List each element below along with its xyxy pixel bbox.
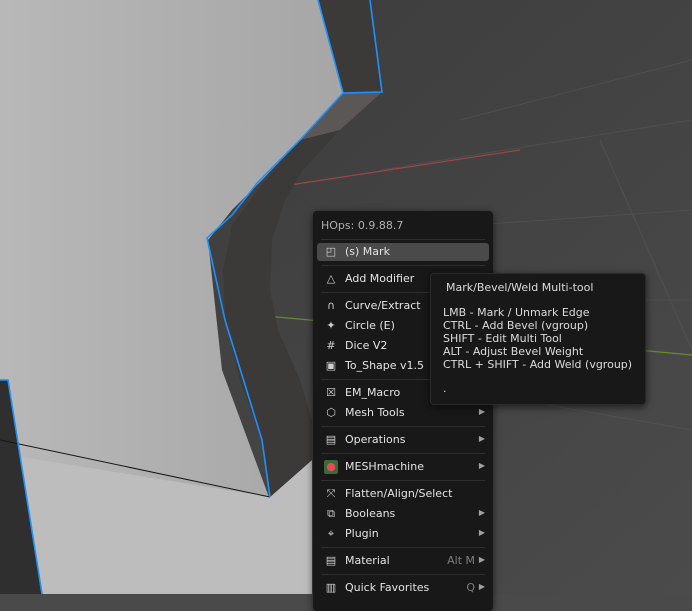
menu-item-label: Flatten/Align/Select	[345, 487, 453, 500]
hops-menu: HOps: 0.9.88.7 ◰ (s) Mark △ Add Modifier…	[313, 211, 493, 611]
menu-separator	[321, 547, 485, 548]
circle-sparkle-icon: ✦	[326, 319, 336, 332]
grid-icon: #	[326, 339, 336, 352]
tooltip-line: .	[443, 382, 447, 395]
menu-item-flatten-align-select[interactable]: ⤧ Flatten/Align/Select	[317, 485, 489, 503]
menu-item-material[interactable]: ▤ Material Alt M ▶	[317, 552, 489, 570]
tooltip-title: Mark/Bevel/Weld Multi-tool	[446, 281, 594, 294]
submenu-arrow-icon: ▶	[478, 582, 485, 591]
menu-separator	[321, 574, 485, 575]
menu-item-label: Curve/Extract	[345, 299, 421, 312]
menu-item-quick-favorites[interactable]: ▥ Quick Favorites Q ▶	[317, 579, 489, 597]
submenu-arrow-icon: ▶	[478, 434, 485, 443]
flatten-icon: ⤧	[326, 487, 336, 500]
tooltip-line: CTRL - Add Bevel (vgroup)	[443, 319, 589, 332]
tooltip-line: SHIFT - Edit Multi Tool	[443, 332, 562, 345]
triangle-icon: △	[326, 272, 336, 285]
submenu-arrow-icon: ▶	[478, 528, 485, 537]
menu-item-label: Add Modifier	[345, 272, 415, 285]
shortcut-label: Q	[466, 581, 475, 594]
menu-item-operations[interactable]: ▤ Operations ▶	[317, 431, 489, 449]
plugin-icon: ⌖	[327, 527, 335, 540]
tooltip: Mark/Bevel/Weld Multi-tool LMB - Mark / …	[430, 273, 646, 405]
material-icon: ▤	[325, 554, 337, 567]
submenu-arrow-icon: ▶	[478, 461, 485, 470]
menu-item-label: Operations	[345, 433, 406, 446]
meshmachine-icon: ●	[324, 460, 338, 474]
menu-item-booleans[interactable]: ⧉ Booleans ▶	[317, 505, 489, 523]
menu-separator	[321, 426, 485, 427]
menu-item-mesh-tools[interactable]: ⬡ Mesh Tools ▶	[317, 404, 489, 422]
menu-item-label: Plugin	[345, 527, 379, 540]
menu-separator	[321, 453, 485, 454]
menu-item-mark[interactable]: ◰ (s) Mark	[317, 243, 489, 261]
menu-title: HOps: 0.9.88.7	[321, 219, 404, 232]
shortcut-label: Alt M	[447, 554, 475, 567]
menu-item-label: Mesh Tools	[345, 406, 405, 419]
menu-separator	[321, 480, 485, 481]
menu-item-label: Circle (E)	[345, 319, 395, 332]
menu-item-label: (s) Mark	[345, 245, 390, 258]
submenu-arrow-icon: ▶	[478, 555, 485, 564]
menu-item-label: Dice V2	[345, 339, 388, 352]
menu-separator	[321, 239, 485, 240]
curve-icon: ∩	[326, 299, 336, 312]
booleans-icon: ⧉	[327, 507, 335, 520]
menu-item-label: EM_Macro	[345, 386, 401, 399]
menu-item-label: Quick Favorites	[345, 581, 430, 594]
menu-separator	[321, 265, 485, 266]
mark-tool-icon: ◰	[325, 245, 337, 258]
submenu-arrow-icon: ▶	[478, 508, 485, 517]
menu-item-label: MESHmachine	[345, 460, 424, 473]
menu-item-plugin[interactable]: ⌖ Plugin ▶	[317, 525, 489, 543]
submenu-arrow-icon: ▶	[478, 407, 485, 416]
cube-icon: ▣	[325, 359, 337, 372]
menu-item-label: To_Shape v1.5	[345, 359, 425, 372]
mesh-icon: ⬡	[326, 406, 336, 419]
tooltip-line: LMB - Mark / Unmark Edge	[443, 306, 590, 319]
menu-item-label: Material	[345, 554, 390, 567]
tooltip-line: CTRL + SHIFT - Add Weld (vgroup)	[443, 358, 633, 371]
favorites-icon: ▥	[325, 581, 337, 594]
operations-icon: ▤	[325, 433, 337, 446]
em-macro-icon: ☒	[326, 386, 336, 399]
menu-item-label: Booleans	[345, 507, 396, 520]
tooltip-line: ALT - Adjust Bevel Weight	[443, 345, 584, 358]
menu-item-meshmachine[interactable]: ● MESHmachine ▶	[317, 458, 489, 476]
